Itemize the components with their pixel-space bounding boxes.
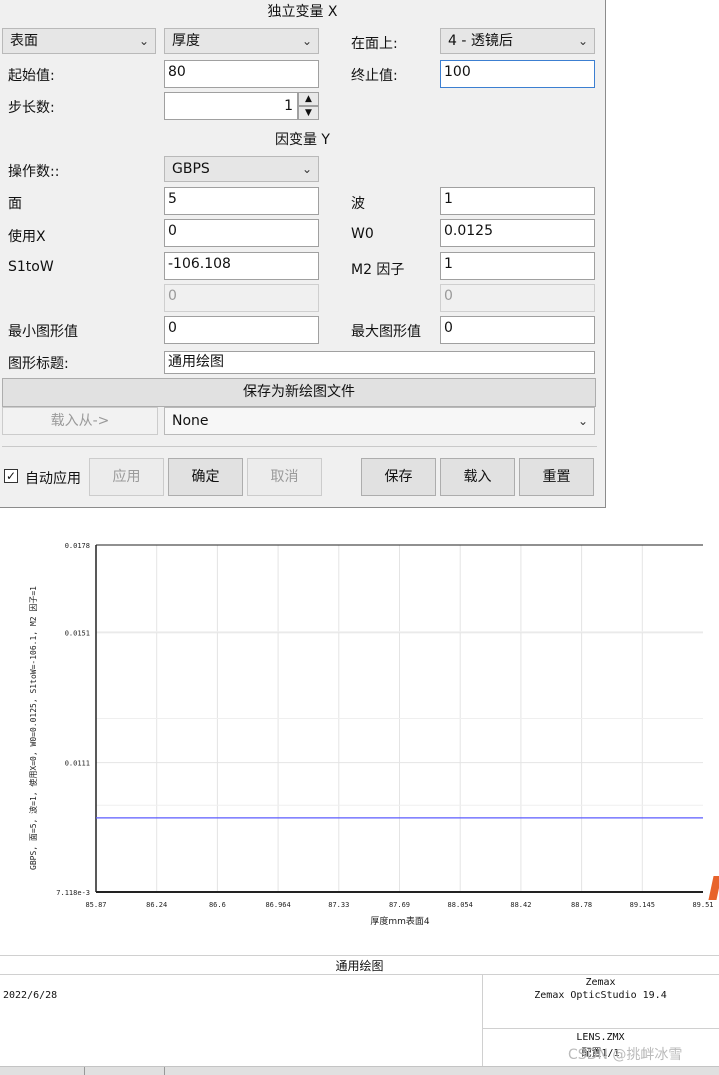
operand-select[interactable]: GBPS ⌄ xyxy=(164,156,319,182)
y-tick-label: 0.0178 xyxy=(65,542,90,550)
steps-input[interactable]: 1 xyxy=(164,92,298,120)
section-x-header: 独立变量 X xyxy=(267,4,338,20)
chevron-down-icon: ⌄ xyxy=(577,414,588,428)
x-tick-label: 86.24 xyxy=(146,901,167,909)
operand-value: GBPS xyxy=(172,161,210,177)
y-tick-label: 0.0151 xyxy=(65,630,90,638)
surface-input[interactable]: 5 xyxy=(164,187,319,215)
watermark: CSDN @挑衅冰雪 xyxy=(568,1047,683,1063)
apply-button: 应用 xyxy=(89,458,164,496)
y-tick-label: 0.0111 xyxy=(65,760,90,768)
x-tick-label: 89.145 xyxy=(630,901,655,909)
y-tick-labels: 7.118e-3 0.0111 0.0151 0.0178 xyxy=(56,542,90,897)
m2-input[interactable]: 1 xyxy=(440,252,595,280)
info-divider xyxy=(0,974,719,975)
steps-label: 步长数: xyxy=(8,100,55,116)
save-as-new-plot-button[interactable]: 保存为新绘图文件 xyxy=(2,378,596,407)
plot-title-input[interactable]: 通用绘图 xyxy=(164,351,595,374)
x-tick-label: 86.6 xyxy=(209,901,226,909)
plot-info-block: 通用绘图 2022/6/28 Zemax Zemax OpticStudio 1… xyxy=(0,955,719,1075)
section-y-header: 因变量 Y xyxy=(274,132,330,148)
divider xyxy=(2,446,597,447)
parameter-dialog: 独立变量 X 表面 ⌄ 厚度 ⌄ 在面上: 4 - 透镜后 ⌄ 起始值: 80 … xyxy=(0,0,606,508)
reset-button[interactable]: 重置 xyxy=(519,458,594,496)
extra-param-input-1: 0 xyxy=(164,284,319,312)
chevron-down-icon: ⌄ xyxy=(577,34,588,48)
save-button[interactable]: 保存 xyxy=(361,458,436,496)
start-value-input[interactable]: 80 xyxy=(164,60,319,88)
load-from-value: None xyxy=(172,413,209,429)
s1tow-label: S1toW xyxy=(8,259,54,275)
parameter-value: 厚度 xyxy=(172,33,200,49)
variable-type-select[interactable]: 表面 ⌄ xyxy=(2,28,156,54)
operand-label: 操作数:: xyxy=(8,164,60,180)
x-tick-label: 87.33 xyxy=(328,901,349,909)
auto-apply-checkbox[interactable]: ✓ xyxy=(4,469,18,483)
on-surface-label: 在面上: xyxy=(351,36,398,52)
max-plot-input[interactable]: 0 xyxy=(440,316,595,344)
s1tow-input[interactable]: -106.108 xyxy=(164,252,319,280)
x-tick-label: 89.51 xyxy=(692,901,713,909)
x-tick-label: 88.42 xyxy=(510,901,531,909)
surface-label: 面 xyxy=(8,196,22,212)
variable-type-value: 表面 xyxy=(10,33,38,49)
x-tick-label: 85.87 xyxy=(85,901,106,909)
x-tick-label: 88.78 xyxy=(571,901,592,909)
info-title: 通用绘图 xyxy=(335,959,384,973)
line-chart: 85.87 86.24 86.6 86.964 87.33 87.69 88.054 88.4… xyxy=(28,542,714,927)
y-axis-label: GBPS, 面=5, 波=1, 使用X=0, W0=0.0125, S1toW=… xyxy=(28,586,38,870)
x-tick-label: 86.964 xyxy=(265,901,290,909)
min-plot-input[interactable]: 0 xyxy=(164,316,319,344)
usex-label: 使用X xyxy=(8,229,46,245)
start-value-label: 起始值: xyxy=(8,68,55,84)
ok-button[interactable]: 确定 xyxy=(168,458,243,496)
spin-down-icon[interactable]: ▼ xyxy=(298,106,319,120)
load-from-select[interactable]: None ⌄ xyxy=(164,407,595,435)
info-file: LENS.ZMX xyxy=(576,1032,625,1043)
max-plot-label: 最大图形值 xyxy=(351,324,421,340)
end-value-label: 终止值: xyxy=(351,68,398,84)
x-axis-label: 厚度mm表面4 xyxy=(370,915,430,927)
chevron-down-icon: ⌄ xyxy=(301,34,312,48)
load-from-button: 载入从-> xyxy=(2,407,158,435)
parameter-select[interactable]: 厚度 ⌄ xyxy=(164,28,319,54)
cancel-button: 取消 xyxy=(247,458,322,496)
chevron-down-icon: ⌄ xyxy=(301,162,312,176)
spin-up-icon[interactable]: ▲ xyxy=(298,92,319,106)
on-surface-select[interactable]: 4 - 透镜后 ⌄ xyxy=(440,28,595,54)
load-button[interactable]: 载入 xyxy=(440,458,515,496)
info-date: 2022/6/28 xyxy=(3,990,58,1001)
wave-input[interactable]: 1 xyxy=(440,187,595,215)
wave-label: 波 xyxy=(351,196,365,212)
plot-area: 85.87 86.24 86.6 86.964 87.33 87.69 88.054 88.4… xyxy=(0,510,719,950)
grid xyxy=(96,545,703,892)
on-surface-value: 4 - 透镜后 xyxy=(448,33,513,49)
steps-spinner[interactable]: ▲ ▼ xyxy=(298,92,319,120)
x-tick-labels: 85.87 86.24 86.6 86.964 87.33 87.69 88.054 88.4… xyxy=(85,901,713,909)
m2-label: M2 因子 xyxy=(351,262,405,278)
usex-input[interactable]: 0 xyxy=(164,219,319,247)
end-value-input[interactable]: 100 xyxy=(440,60,595,88)
info-vendor: Zemax xyxy=(585,977,616,988)
x-tick-label: 88.054 xyxy=(448,901,473,909)
w0-label: W0 xyxy=(351,226,374,242)
y-tick-label: 7.118e-3 xyxy=(56,889,90,897)
info-product: Zemax OpticStudio 19.4 xyxy=(534,990,667,1001)
info-divider-2 xyxy=(482,1028,719,1029)
w0-input[interactable]: 0.0125 xyxy=(440,219,595,247)
plot-title-label: 图形标题: xyxy=(8,356,69,372)
chevron-down-icon: ⌄ xyxy=(138,34,149,48)
x-tick-label: 87.69 xyxy=(389,901,410,909)
info-top-border xyxy=(0,955,719,956)
extra-param-input-2: 0 xyxy=(440,284,595,312)
min-plot-label: 最小图形值 xyxy=(8,324,78,340)
auto-apply-label: 自动应用 xyxy=(25,471,81,487)
